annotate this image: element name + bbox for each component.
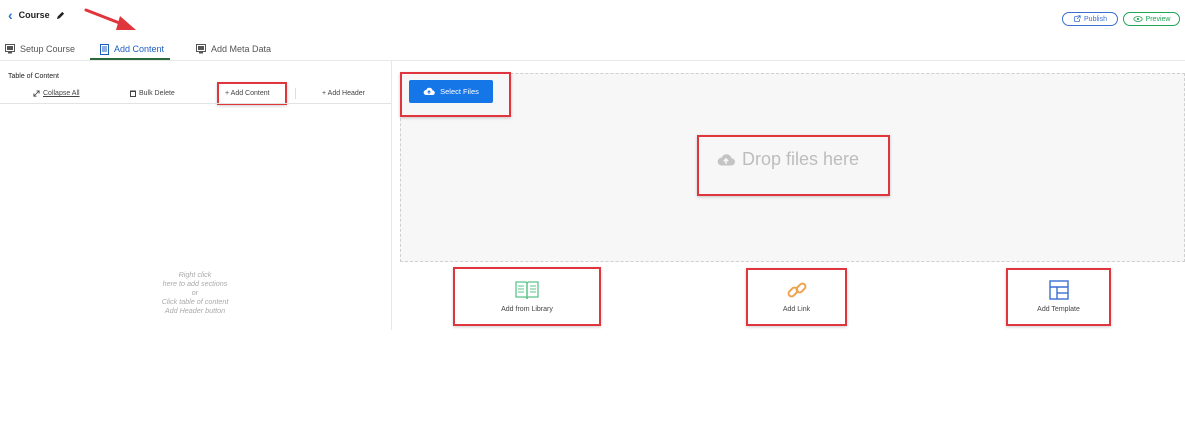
tab-label: Add Content xyxy=(114,44,165,54)
document-icon xyxy=(100,43,109,55)
tab-setup-course[interactable]: Setup Course xyxy=(5,40,75,58)
add-content-label: + Add Content xyxy=(225,90,270,97)
hint-line: or xyxy=(191,288,199,297)
add-link-card[interactable]: Add Link xyxy=(748,270,845,322)
preview-label: Preview xyxy=(1145,15,1171,23)
template-icon xyxy=(1048,279,1069,300)
add-header-button[interactable]: + Add Header xyxy=(322,90,365,97)
card-label: Add Link xyxy=(782,305,811,313)
panel-divider xyxy=(391,60,392,330)
pencil-icon[interactable] xyxy=(56,11,65,20)
toc-empty-hint[interactable]: Right click here to add sections or Clic… xyxy=(130,270,260,315)
monitor-icon xyxy=(196,44,206,54)
add-header-label: + Add Header xyxy=(322,90,366,97)
toc-separator xyxy=(295,88,296,99)
share-icon xyxy=(1074,15,1081,22)
add-template-card[interactable]: Add Template xyxy=(1008,270,1109,322)
select-files-label: Select Files xyxy=(440,87,479,96)
tab-label: Setup Course xyxy=(20,44,76,54)
toc-title: Table of Content xyxy=(8,73,59,80)
tab-label: Add Meta Data xyxy=(211,44,272,54)
preview-button[interactable]: Preview xyxy=(1123,12,1180,26)
hint-line: Click table of content xyxy=(161,297,229,306)
page-title: Course xyxy=(18,10,50,20)
card-label: Add Template xyxy=(1037,305,1080,313)
hint-line: Add Header button xyxy=(164,306,226,315)
hint-line: Right click xyxy=(178,270,212,279)
toc-divider xyxy=(0,103,392,104)
collapse-icon xyxy=(33,90,40,97)
cloud-upload-icon xyxy=(423,87,435,95)
link-icon xyxy=(787,282,806,297)
chevron-left-icon[interactable]: ‹ xyxy=(8,8,13,22)
trash-icon xyxy=(130,90,136,97)
annotation-arrow xyxy=(84,8,136,30)
select-files-button[interactable]: Select Files xyxy=(409,80,493,103)
add-content-button[interactable]: + Add Content xyxy=(225,90,270,97)
tabs-divider xyxy=(0,60,1185,61)
publish-label: Publish xyxy=(1084,15,1107,23)
bulk-delete-button[interactable]: Bulk Delete xyxy=(130,90,175,97)
collapse-all-link[interactable]: Collapse All xyxy=(33,90,80,97)
publish-button[interactable]: Publish xyxy=(1062,12,1118,26)
bulk-delete-label: Bulk Delete xyxy=(139,90,175,97)
cloud-upload-icon xyxy=(717,153,736,165)
drop-files-label: Drop files here xyxy=(742,149,860,169)
add-from-library-card[interactable]: Add from Library xyxy=(455,270,599,322)
book-icon xyxy=(515,280,539,299)
card-label: Add from Library xyxy=(501,305,553,313)
hint-line: here to add sections xyxy=(162,279,228,288)
monitor-icon xyxy=(5,44,15,54)
tab-add-meta-data[interactable]: Add Meta Data xyxy=(196,40,271,58)
drop-files-hint: Drop files here xyxy=(716,149,859,170)
course-title-bar: ‹ Course xyxy=(8,8,65,22)
collapse-all-label: Collapse All xyxy=(43,90,80,97)
tab-add-content[interactable]: Add Content xyxy=(100,40,164,58)
eye-icon xyxy=(1132,16,1143,22)
